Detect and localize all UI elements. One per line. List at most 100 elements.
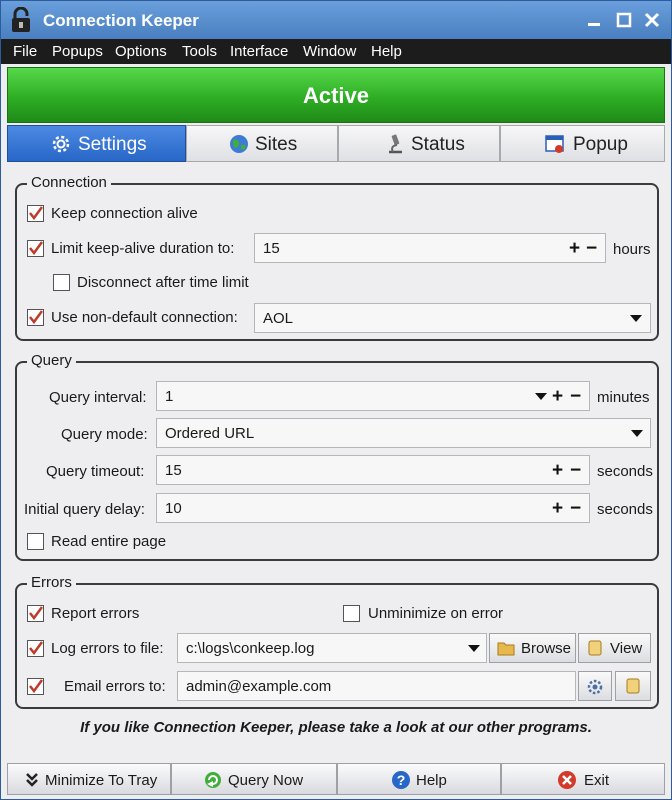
connection-legend: Connection — [27, 174, 111, 191]
window-title: Connection Keeper — [43, 11, 199, 30]
unminimize-label: Unminimize on error — [368, 605, 504, 622]
menu-options[interactable]: Options — [115, 43, 167, 60]
exit-button[interactable]: Exit — [501, 763, 665, 795]
errors-group: Errors Report errors Unminimize on error… — [15, 574, 659, 709]
double-chevron-down-icon — [22, 770, 42, 790]
view-button[interactable]: View — [578, 633, 651, 663]
non-default-checkbox[interactable] — [27, 309, 44, 326]
tab-label: Sites — [255, 134, 298, 155]
query-interval-value: 1 — [165, 388, 174, 405]
minimize-to-tray-label: Minimize To Tray — [45, 772, 158, 789]
duration-input[interactable]: 15 + − — [254, 233, 606, 263]
chevron-down-icon — [468, 645, 480, 652]
decrement-button[interactable]: − — [570, 460, 581, 482]
duration-value: 15 — [263, 240, 280, 257]
query-now-label: Query Now — [228, 772, 304, 789]
unminimize-checkbox[interactable] — [343, 605, 360, 622]
globe-icon — [228, 133, 250, 155]
microscope-icon — [384, 133, 406, 155]
query-mode-label: Query mode: — [61, 426, 148, 443]
menu-bar: File Popups Options Tools Interface Wind… — [1, 39, 671, 64]
disconnect-after-checkbox[interactable] — [53, 274, 70, 291]
close-window-button[interactable] — [641, 9, 663, 31]
query-now-button[interactable]: Query Now — [171, 763, 337, 795]
increment-button[interactable]: + — [569, 238, 580, 260]
increment-button[interactable]: + — [552, 386, 563, 408]
limit-duration-checkbox[interactable] — [27, 240, 44, 257]
title-bar[interactable]: Connection Keeper — [1, 1, 671, 39]
disconnect-after-label: Disconnect after time limit — [77, 274, 249, 291]
tab-settings[interactable]: Settings — [7, 125, 186, 162]
menu-window[interactable]: Window — [303, 43, 356, 60]
status-banner: Active — [7, 67, 665, 123]
query-legend: Query — [27, 352, 76, 369]
tab-sites[interactable]: Sites — [186, 125, 338, 162]
tab-label: Settings — [78, 134, 147, 155]
query-mode-select[interactable]: Ordered URL — [156, 418, 651, 448]
folder-icon — [497, 639, 515, 661]
report-errors-label: Report errors — [51, 605, 140, 622]
menu-popups[interactable]: Popups — [52, 43, 103, 60]
duration-unit: hours — [613, 241, 651, 258]
promo-text[interactable]: If you like Connection Keeper, please ta… — [1, 719, 671, 736]
minimize-window-button[interactable] — [583, 9, 605, 31]
help-icon: ? — [391, 770, 411, 790]
help-label: Help — [416, 772, 447, 789]
help-button[interactable]: ? Help — [337, 763, 501, 795]
email-errors-label: Email errors to: — [64, 678, 166, 695]
email-settings-button[interactable] — [578, 671, 612, 701]
menu-help[interactable]: Help — [371, 43, 402, 60]
query-timeout-unit: seconds — [597, 463, 653, 480]
app-window: Connection Keeper File Popups Options To… — [0, 0, 672, 800]
tab-popup[interactable]: Popup — [500, 125, 665, 162]
keep-alive-checkbox[interactable] — [27, 205, 44, 222]
initial-delay-input[interactable]: 10 + − — [156, 493, 590, 523]
tab-label: Status — [411, 134, 465, 155]
email-errors-checkbox[interactable] — [27, 678, 44, 695]
tab-bar: Settings Sites Status Popup — [7, 125, 665, 162]
query-timeout-label: Query timeout: — [46, 463, 145, 480]
email-value: admin@example.com — [186, 678, 332, 695]
log-errors-checkbox[interactable] — [27, 640, 44, 657]
scroll-icon — [586, 639, 604, 661]
menu-interface[interactable]: Interface — [230, 43, 288, 60]
connection-group: Connection Keep connection alive Limit k… — [15, 174, 659, 341]
query-interval-input[interactable]: 1 + − — [156, 381, 590, 411]
chevron-down-icon[interactable] — [535, 393, 547, 400]
non-default-label: Use non-default connection: — [51, 309, 238, 326]
scroll-icon — [624, 677, 642, 699]
log-file-select[interactable]: c:\logs\conkeep.log — [177, 633, 487, 663]
menu-file[interactable]: File — [13, 43, 37, 60]
bottom-bar: Minimize To Tray Query Now ? Help Exit — [7, 763, 665, 795]
tab-status[interactable]: Status — [338, 125, 500, 162]
gear-icon — [585, 677, 605, 701]
decrement-button[interactable]: − — [570, 498, 581, 520]
email-log-button[interactable] — [615, 671, 651, 701]
log-file-value: c:\logs\conkeep.log — [186, 640, 315, 657]
query-timeout-input[interactable]: 15 + − — [156, 455, 590, 485]
report-errors-checkbox[interactable] — [27, 605, 44, 622]
refresh-globe-icon — [203, 770, 223, 790]
decrement-button[interactable]: − — [586, 238, 597, 260]
maximize-window-button[interactable] — [613, 9, 635, 31]
query-mode-value: Ordered URL — [165, 425, 255, 442]
menu-tools[interactable]: Tools — [182, 43, 217, 60]
read-entire-checkbox[interactable] — [27, 533, 44, 550]
limit-duration-label: Limit keep-alive duration to: — [51, 240, 235, 257]
minimize-to-tray-button[interactable]: Minimize To Tray — [7, 763, 171, 795]
connection-select[interactable]: AOL — [254, 303, 651, 333]
email-input[interactable]: admin@example.com — [177, 671, 576, 701]
keep-alive-label: Keep connection alive — [51, 205, 198, 222]
browse-button[interactable]: Browse — [489, 633, 576, 663]
connection-value: AOL — [263, 310, 294, 327]
chevron-down-icon — [630, 315, 642, 322]
log-errors-label: Log errors to file: — [51, 640, 164, 657]
increment-button[interactable]: + — [552, 460, 563, 482]
tab-label: Popup — [573, 134, 628, 155]
decrement-button[interactable]: − — [570, 386, 581, 408]
initial-delay-value: 10 — [165, 500, 182, 517]
browse-label: Browse — [521, 640, 572, 657]
increment-button[interactable]: + — [552, 498, 563, 520]
query-interval-label: Query interval: — [49, 389, 147, 406]
query-interval-unit: minutes — [597, 389, 650, 406]
